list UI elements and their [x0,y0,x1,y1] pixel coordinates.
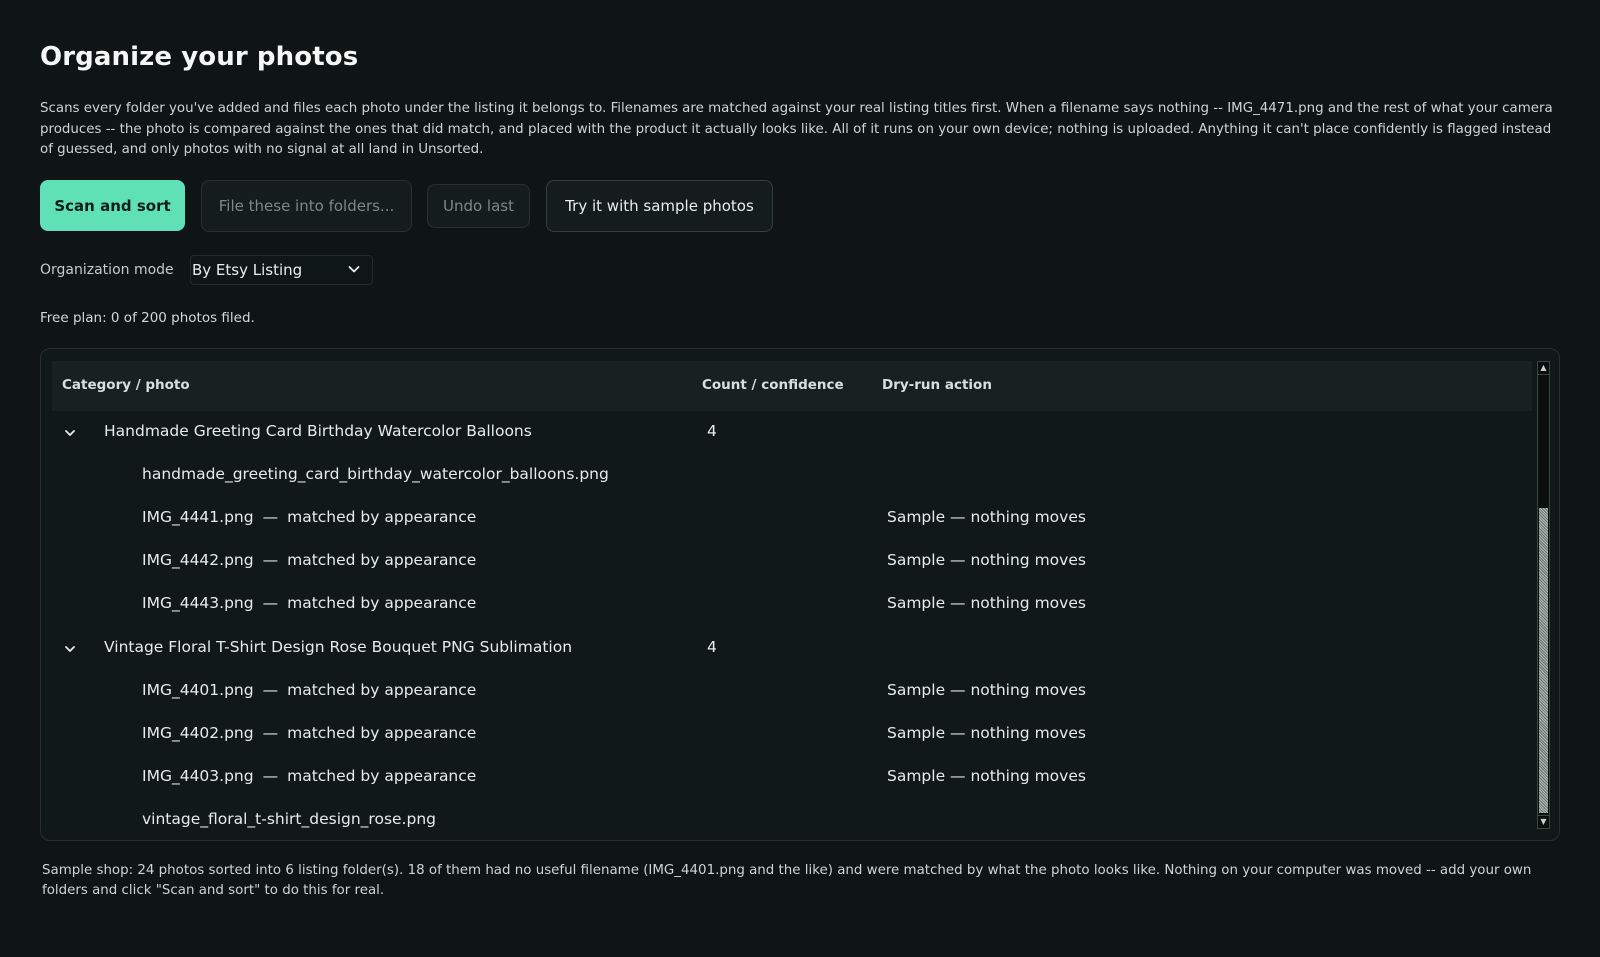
tree-scrollbar[interactable]: ▲ ▼ [1537,361,1550,829]
organize-photos-page: Organize your photos Scans every folder … [0,0,1600,957]
scrollbar-thumb[interactable] [1539,508,1548,813]
tree-header: Category / photo Count / confidence Dry-… [52,361,1532,411]
category-row[interactable]: Handmade Greeting Card Birthday Watercol… [52,411,1532,455]
photo-name: handmade_greeting_card_birthday_watercol… [142,465,609,483]
plan-status: Free plan: 0 of 200 photos filed. [40,310,255,326]
sample-summary: Sample shop: 24 photos sorted into 6 lis… [42,863,1532,898]
dry-run-action: Sample — nothing moves [887,551,1086,569]
undo-last-button[interactable]: Undo last [427,184,530,228]
category-count: 4 [707,638,717,656]
category-row[interactable]: Vintage Floral T-Shirt Design Rose Bouqu… [52,627,1532,671]
file-into-folders-button[interactable]: File these into folders... [201,180,412,232]
chevron-down-icon[interactable] [62,641,78,657]
photo-row[interactable]: vintage_floral_t-shirt_design_rose.png [52,799,1532,840]
photo-row[interactable]: IMG_4403.png — matched by appearance Sampl… [52,756,1532,800]
organization-mode-label: Organization mode [40,262,174,278]
dry-run-action: Sample — nothing moves [887,594,1086,612]
dry-run-action: Sample — nothing moves [887,508,1086,526]
photo-row[interactable]: IMG_4443.png — matched by appearance Sampl… [52,583,1532,627]
photo-name: IMG_4403.png — matched by appearance [142,767,477,785]
page-description: Scans every folder you've added and file… [40,101,1553,157]
photo-name: IMG_4441.png — matched by appearance [142,508,477,526]
column-header-category: Category / photo [62,377,190,393]
photo-row[interactable]: IMG_4402.png — matched by appearance Sampl… [52,713,1532,757]
organization-mode-row: Organization mode By Etsy Listing [40,255,373,285]
chevron-down-icon[interactable] [62,425,78,441]
photo-name: vintage_floral_t-shirt_design_rose.png [142,810,436,828]
scroll-down-arrow-icon[interactable]: ▼ [1538,815,1549,828]
photo-name: IMG_4401.png — matched by appearance [142,681,477,699]
dry-run-action: Sample — nothing moves [887,681,1086,699]
category-name: Handmade Greeting Card Birthday Watercol… [104,422,532,440]
tree-body: Handmade Greeting Card Birthday Watercol… [52,411,1532,840]
photo-row[interactable]: IMG_4441.png — matched by appearance Sampl… [52,497,1532,541]
column-header-count: Count / confidence [702,377,844,393]
photo-row[interactable]: IMG_4401.png — matched by appearance Sampl… [52,670,1532,714]
category-name: Vintage Floral T-Shirt Design Rose Bouqu… [104,638,573,656]
column-header-action: Dry-run action [882,377,992,393]
try-sample-photos-button[interactable]: Try it with sample photos [546,180,773,232]
photo-row[interactable]: IMG_4442.png — matched by appearance Sampl… [52,540,1532,584]
chevron-down-icon [348,266,360,273]
dry-run-action: Sample — nothing moves [887,724,1086,742]
photo-row[interactable]: handmade_greeting_card_birthday_watercol… [52,454,1532,498]
dry-run-action: Sample — nothing moves [887,767,1086,785]
photo-tree-panel: Category / photo Count / confidence Dry-… [40,348,1560,841]
page-title: Organize your photos [40,42,359,72]
photo-name: IMG_4402.png — matched by appearance [142,724,477,742]
organization-mode-select[interactable]: By Etsy Listing [190,255,373,285]
photo-name: IMG_4442.png — matched by appearance [142,551,477,569]
scan-and-sort-button[interactable]: Scan and sort [40,180,185,231]
category-count: 4 [707,422,717,440]
photo-name: IMG_4443.png — matched by appearance [142,594,477,612]
scroll-up-arrow-icon[interactable]: ▲ [1538,362,1549,375]
organization-mode-value: By Etsy Listing [192,261,303,279]
